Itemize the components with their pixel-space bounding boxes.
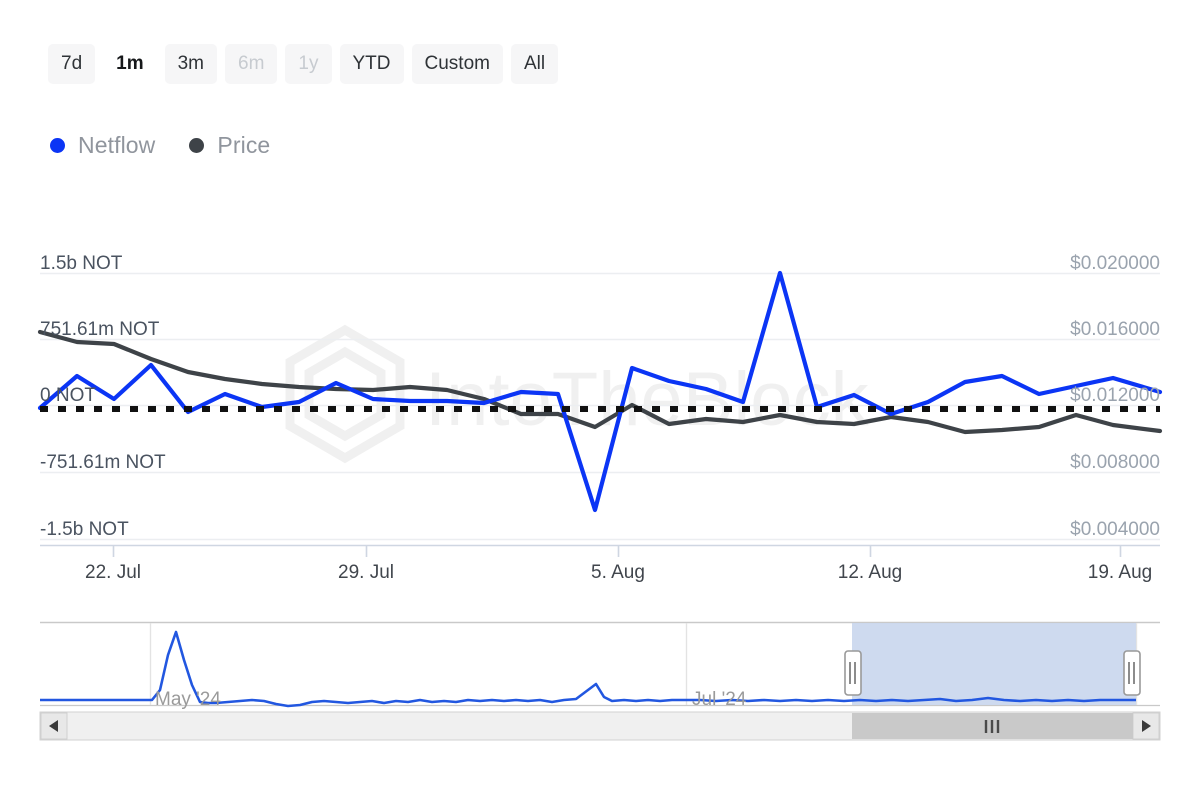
navigator-gridlines: [151, 623, 1137, 705]
x-axis-labels: 22. Jul 29. Jul 5. Aug 12. Aug 19. Aug: [85, 562, 1152, 583]
scrollbar-grip-icon: [986, 720, 998, 733]
time-range-selector: 7d 1m 3m 6m 1y YTD Custom All: [48, 44, 558, 84]
netflow-series-dot-icon: [50, 138, 65, 153]
navigator-selected-range[interactable]: [852, 623, 1136, 705]
range-button-ytd[interactable]: YTD: [340, 44, 404, 84]
legend-label-price: Price: [217, 132, 270, 159]
range-button-custom[interactable]: Custom: [412, 44, 503, 84]
chevron-left-icon: [49, 720, 58, 732]
x-tick-1: 29. Jul: [338, 562, 394, 583]
range-button-3m[interactable]: 3m: [165, 44, 217, 84]
navigator-handle-left[interactable]: [845, 651, 861, 695]
navigator-month-label-jul: Jul '24: [692, 689, 747, 710]
navigator-scroll-right-button[interactable]: [1133, 713, 1159, 739]
handle-grip-left-icon: [850, 662, 855, 684]
range-button-all[interactable]: All: [511, 44, 558, 84]
legend-item-price[interactable]: Price: [189, 132, 270, 159]
navigator: May '24 Jul '24: [40, 623, 1160, 741]
price-series-dot-icon: [189, 138, 204, 153]
navigator-handle-right[interactable]: [1124, 651, 1140, 695]
legend-item-netflow[interactable]: Netflow: [50, 132, 155, 159]
handle-grip-right-icon: [1129, 662, 1134, 684]
navigator-plot-area[interactable]: [40, 622, 1160, 710]
navigator-scroll-left-button[interactable]: [41, 713, 67, 739]
range-button-6m: 6m: [225, 44, 277, 84]
navigator-scrollbar-thumb[interactable]: [852, 713, 1133, 739]
chevron-right-icon: [1142, 720, 1151, 732]
navigator-sparkline: [40, 632, 1136, 706]
x-tick-2: 5. Aug: [591, 562, 645, 583]
navigator-month-label-may: May '24: [155, 689, 221, 710]
legend-label-netflow: Netflow: [78, 132, 155, 159]
chart-legend: Netflow Price: [50, 132, 270, 159]
navigator-scrollbar-track[interactable]: [40, 712, 1160, 740]
range-button-1m[interactable]: 1m: [103, 44, 156, 84]
chart-plot-area[interactable]: [40, 250, 1160, 550]
range-button-7d[interactable]: 7d: [48, 44, 95, 84]
x-tick-4: 19. Aug: [1088, 562, 1152, 583]
x-tick-3: 12. Aug: [838, 562, 902, 583]
range-button-1y: 1y: [285, 44, 331, 84]
x-tick-0: 22. Jul: [85, 562, 141, 583]
